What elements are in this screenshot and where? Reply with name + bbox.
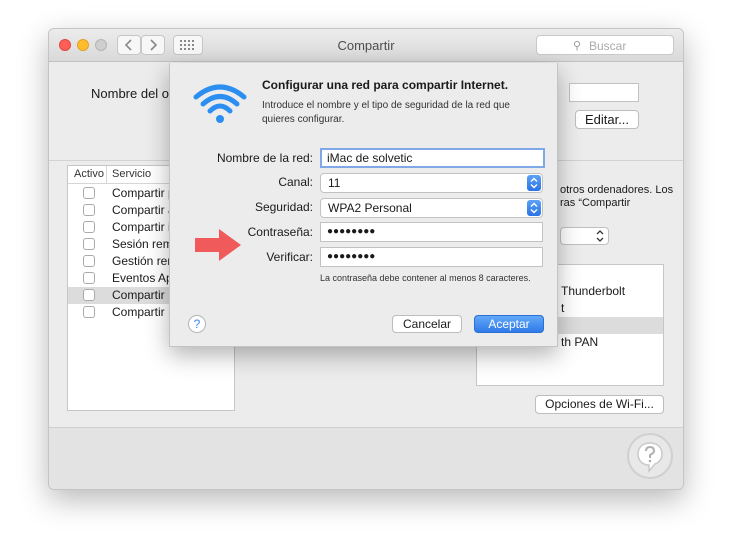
channel-select[interactable]: 11 xyxy=(320,173,543,193)
verify-input[interactable]: ●●●●●●●● xyxy=(320,247,543,267)
title-bar: Compartir ⚲ Buscar xyxy=(49,29,683,62)
interface-label: th PAN xyxy=(561,335,599,349)
question-bubble-icon xyxy=(637,442,663,474)
channel-stepper[interactable] xyxy=(527,175,541,191)
column-divider xyxy=(106,166,107,183)
channel-value: 11 xyxy=(328,176,341,190)
updown-chevron-icon xyxy=(530,177,538,189)
updown-chevron-icon xyxy=(530,202,538,214)
channel-label: Canal: xyxy=(278,175,313,189)
security-stepper[interactable] xyxy=(527,200,541,216)
wifi-options-button[interactable]: Opciones de Wi-Fi... xyxy=(535,395,664,414)
sharing-description-line2: ras “Compartir xyxy=(560,197,631,209)
service-checkbox[interactable] xyxy=(83,272,95,284)
wifi-icon xyxy=(193,84,247,123)
service-label: Compartir p xyxy=(112,186,175,200)
network-name-input[interactable]: iMac de solvetic xyxy=(320,148,545,168)
service-checkbox[interactable] xyxy=(83,204,95,216)
column-service: Servicio xyxy=(112,168,152,180)
accept-button[interactable]: Aceptar xyxy=(474,315,544,333)
column-active: Activo xyxy=(74,168,104,180)
share-from-popup[interactable] xyxy=(560,227,609,245)
sheet-title: Configurar una red para compartir Intern… xyxy=(262,78,509,92)
help-button[interactable]: ? xyxy=(188,315,206,333)
bottom-bar xyxy=(49,427,683,489)
password-hint: La contraseña debe contener al menos 8 c… xyxy=(320,273,531,283)
cancel-button[interactable]: Cancelar xyxy=(392,315,462,333)
service-checkbox[interactable] xyxy=(83,221,95,233)
service-checkbox[interactable] xyxy=(83,306,95,318)
service-label: Gestión rem xyxy=(112,254,178,268)
interface-label: t xyxy=(561,301,565,315)
internet-sharing-sheet: Configurar una red para compartir Intern… xyxy=(169,63,558,347)
red-arrow-icon xyxy=(195,229,241,261)
edit-button[interactable]: Editar... xyxy=(575,110,639,129)
search-input[interactable]: ⚲ Buscar xyxy=(536,35,674,55)
network-name-label: Nombre de la red: xyxy=(216,151,313,165)
security-value: WPA2 Personal xyxy=(328,201,412,215)
computer-name-label: Nombre del ord xyxy=(91,86,181,101)
security-select[interactable]: WPA2 Personal xyxy=(320,198,543,218)
logo-watermark xyxy=(627,433,673,479)
service-checkbox[interactable] xyxy=(83,255,95,267)
sheet-description: Introduce el nombre y el tipo de segurid… xyxy=(262,100,510,125)
service-checkbox[interactable] xyxy=(83,238,95,250)
security-label: Seguridad: xyxy=(254,200,313,214)
search-placeholder: Buscar xyxy=(589,39,627,53)
service-label: Compartir a xyxy=(112,203,175,217)
service-label: Compartir ir xyxy=(112,220,175,234)
interface-label: Thunderbolt xyxy=(561,284,626,298)
sharing-description-line1: otros ordenadores. Los xyxy=(560,184,674,196)
service-checkbox[interactable] xyxy=(83,187,95,199)
service-checkbox[interactable] xyxy=(83,289,95,301)
updown-chevron-icon xyxy=(596,230,604,242)
password-input[interactable]: ●●●●●●●● xyxy=(320,222,543,242)
search-icon: ⚲ xyxy=(573,40,582,52)
computer-name-field[interactable] xyxy=(569,83,639,102)
service-label: Compartir B xyxy=(112,305,177,319)
